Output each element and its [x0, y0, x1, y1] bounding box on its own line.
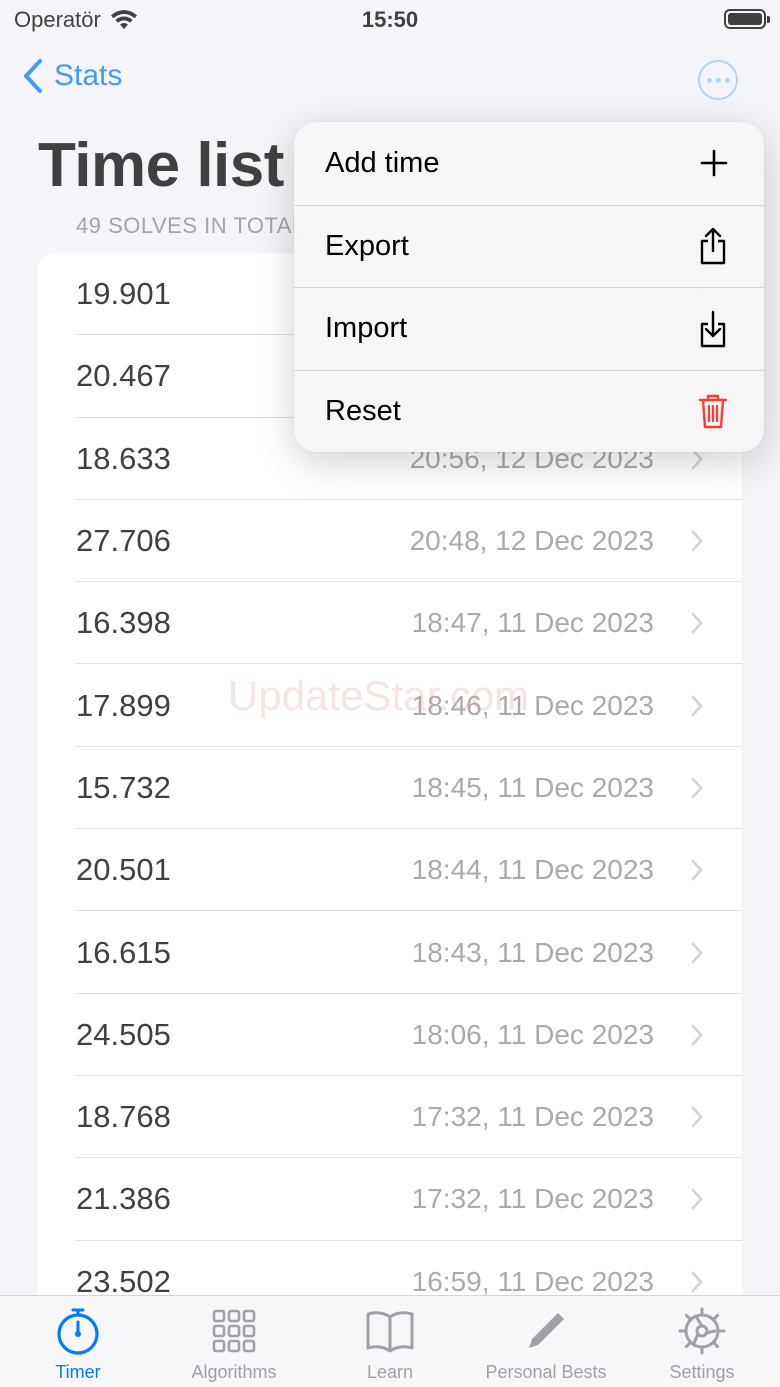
list-item[interactable]: 18.768 17:32, 11 Dec 2023	[38, 1076, 742, 1159]
grid-icon	[212, 1309, 256, 1353]
tab-bar: Timer Algorithms Learn Personal Bests Se…	[0, 1295, 780, 1387]
plus-icon	[700, 149, 728, 177]
solve-time: 16.615	[76, 934, 171, 970]
tab-label: Learn	[366, 1362, 414, 1382]
chevron-right-icon	[691, 530, 703, 552]
chevron-right-icon	[691, 777, 703, 799]
tab-settings[interactable]: Settings	[624, 1296, 780, 1387]
solve-time: 20.501	[76, 852, 171, 888]
page-title: Time list	[38, 131, 284, 200]
tab-personal-bests[interactable]: Personal Bests	[468, 1296, 624, 1387]
status-bar: Operatör 15:50	[0, 0, 780, 44]
menu-item-reset[interactable]: Reset	[294, 369, 764, 453]
solve-time: 17.899	[76, 687, 171, 723]
menu-item-label: Reset	[325, 394, 401, 427]
menu-item-label: Import	[325, 312, 408, 345]
solve-time: 27.706	[76, 523, 171, 559]
solve-date: 18:06, 11 Dec 2023	[411, 1018, 654, 1050]
tab-label: Settings	[669, 1362, 735, 1382]
back-label: Stats	[54, 59, 123, 92]
list-item[interactable]: 15.732 18:45, 11 Dec 2023	[38, 747, 742, 830]
more-options-button[interactable]	[698, 60, 738, 100]
back-button[interactable]: Stats	[22, 58, 122, 94]
list-item[interactable]: 21.386 17:32, 11 Dec 2023	[38, 1158, 742, 1241]
more-options-menu: Add time Export Import Reset	[294, 122, 764, 452]
list-item[interactable]: 27.706 20:48, 12 Dec 2023	[38, 500, 742, 583]
menu-item-export[interactable]: Export	[294, 204, 764, 288]
list-item[interactable]: 24.505 18:06, 11 Dec 2023	[38, 994, 742, 1077]
tab-algorithms[interactable]: Algorithms	[156, 1296, 312, 1387]
menu-item-label: Add time	[325, 146, 440, 179]
solve-time: 18.768	[76, 1099, 171, 1135]
chevron-right-icon	[691, 1271, 703, 1293]
chevron-right-icon	[691, 1189, 703, 1210]
solve-date: 18:47, 11 Dec 2023	[411, 607, 654, 639]
ellipsis-icon	[706, 77, 712, 83]
solve-date: 18:44, 11 Dec 2023	[411, 854, 654, 886]
list-item[interactable]: 16.615 18:43, 11 Dec 2023	[38, 911, 742, 994]
clock: 15:50	[361, 7, 419, 32]
tab-label: Timer	[55, 1362, 101, 1382]
solve-date: 20:48, 12 Dec 2023	[409, 525, 654, 557]
solve-time: 24.505	[76, 1016, 171, 1052]
gear-icon	[678, 1307, 726, 1355]
pencil-icon	[529, 1313, 564, 1348]
solve-time: 15.732	[76, 769, 171, 805]
book-icon	[366, 1311, 414, 1353]
solve-time: 21.386	[76, 1181, 171, 1217]
solve-time: 18.633	[76, 440, 171, 476]
tab-timer[interactable]: Timer	[0, 1296, 156, 1387]
section-header: 49 SOLVES IN TOTAL	[76, 213, 305, 238]
trash-icon	[698, 395, 728, 429]
chevron-right-icon	[691, 613, 703, 634]
solve-time: 16.398	[76, 605, 171, 641]
solve-time: 20.467	[76, 358, 171, 394]
solve-time: 19.901	[76, 276, 171, 312]
tab-learn[interactable]: Learn	[312, 1296, 468, 1387]
chevron-right-icon	[691, 1024, 703, 1046]
solve-date: 18:43, 11 Dec 2023	[411, 936, 654, 968]
tab-label: Personal Bests	[485, 1362, 607, 1382]
battery-icon	[724, 9, 770, 29]
chevron-right-icon	[691, 859, 703, 881]
share-icon	[700, 228, 726, 265]
menu-item-label: Export	[325, 229, 409, 262]
chevron-left-icon	[24, 59, 42, 93]
stopwatch-icon	[57, 1308, 99, 1355]
download-icon	[700, 310, 726, 347]
menu-item-add-time[interactable]: Add time	[294, 122, 764, 205]
list-item[interactable]: 17.899 18:46, 11 Dec 2023	[38, 664, 742, 748]
solve-date: 17:32, 11 Dec 2023	[411, 1183, 654, 1215]
menu-item-import[interactable]: Import	[294, 287, 764, 370]
solve-date: 16:59, 11 Dec 2023	[411, 1265, 654, 1297]
solve-date: 18:46, 11 Dec 2023	[411, 689, 654, 721]
chevron-right-icon	[691, 942, 703, 963]
tab-label: Algorithms	[191, 1362, 277, 1382]
list-item[interactable]: 16.398 18:47, 11 Dec 2023	[38, 582, 742, 665]
chevron-right-icon	[691, 695, 703, 716]
solve-date: 18:45, 11 Dec 2023	[411, 771, 654, 803]
solve-date: 17:32, 11 Dec 2023	[411, 1101, 654, 1133]
list-item[interactable]: 20.501 18:44, 11 Dec 2023	[38, 829, 742, 912]
chevron-right-icon	[691, 1106, 703, 1128]
